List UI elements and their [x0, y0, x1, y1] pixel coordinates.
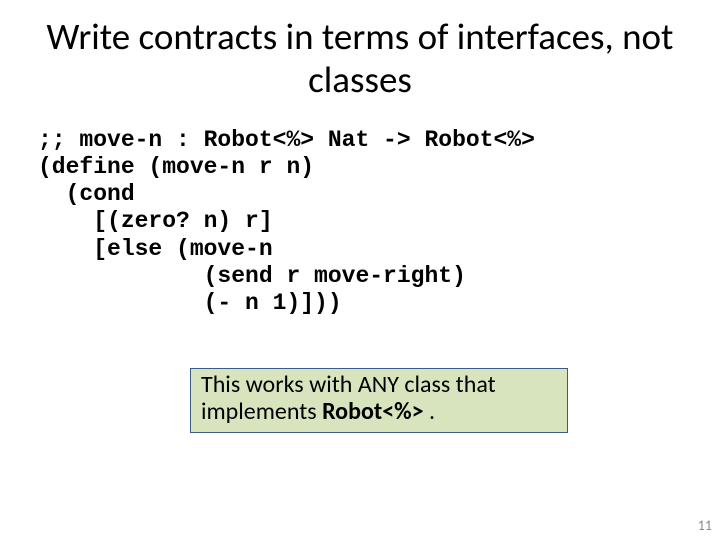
code-block: ;; move-n : Robot<%> Nat -> Robot<%> (de…	[0, 127, 720, 317]
page-number: 11	[698, 517, 712, 534]
code-line: (send r move-right)	[38, 263, 466, 289]
callout-box: This works with ANY class that implement…	[190, 368, 568, 433]
slide-title: Write contracts in terms of interfaces, …	[0, 0, 720, 101]
code-line: ;; move-n : Robot<%> Nat -> Robot<%>	[38, 127, 535, 153]
code-line: [else (move-n	[38, 236, 273, 262]
code-line: (- n 1)]))	[38, 290, 342, 316]
code-line: (define (move-n r n)	[38, 154, 314, 180]
callout-text: .	[429, 397, 435, 426]
callout-bold: Robot<%>	[322, 397, 429, 426]
code-line: [(zero? n) r]	[38, 208, 273, 234]
code-line: (cond	[38, 181, 135, 207]
